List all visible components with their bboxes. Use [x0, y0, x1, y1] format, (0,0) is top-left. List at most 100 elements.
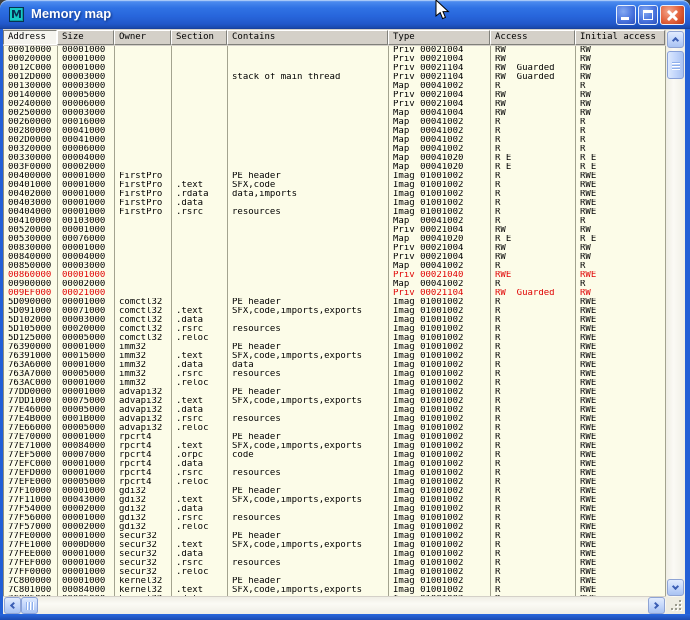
table-row[interactable]: 5D09000000001000comctl32PE headerImag 01…	[4, 298, 666, 307]
table-row[interactable]: 7C80000000001000kernel32PE headerImag 01…	[4, 577, 666, 586]
cell-access: R	[491, 145, 576, 154]
cell-owner: comctl32	[115, 298, 172, 307]
table-row[interactable]: 0086000000001000Priv 00021040RWERWE	[4, 271, 666, 280]
column-header-section[interactable]: Section	[171, 30, 227, 45]
cell-size: 00001000	[58, 550, 115, 559]
table-row[interactable]: 0032000000006000Map 00041002RR	[4, 145, 666, 154]
maximize-button[interactable]	[638, 5, 658, 25]
table-row[interactable]: 0053000000076000Map 00041020R ER E	[4, 235, 666, 244]
table-row[interactable]: 763AC00000001000imm32.relocImag 01001002…	[4, 379, 666, 388]
table-row[interactable]: 77FEF00000001000secur32.rsrcresourcesIma…	[4, 559, 666, 568]
scroll-down-button[interactable]	[667, 579, 684, 596]
table-row[interactable]: 77F5700000002000gdi32.relocImag 01001002…	[4, 523, 666, 532]
table-row[interactable]: 77F1100000043000gdi32.textSFX,code,impor…	[4, 496, 666, 505]
table-row[interactable]: 0040300000001000FirstPro.dataImag 010010…	[4, 199, 666, 208]
table-row[interactable]: 77E7100000084000rpcrt4.textSFX,code,impo…	[4, 442, 666, 451]
table-row[interactable]: 0083000000001000Priv 00021004RWRW	[4, 244, 666, 253]
table-row[interactable]: 5D09100000071000comctl32.textSFX,code,im…	[4, 307, 666, 316]
cell-type: Imag 01001002	[389, 514, 491, 523]
cell-contains: resources	[228, 469, 389, 478]
cell-section	[172, 127, 228, 136]
table-row[interactable]: 0084000000004000Priv 00021004RWRW	[4, 253, 666, 262]
cell-address: 00140000	[4, 91, 58, 100]
column-header-address[interactable]: Address	[3, 30, 57, 45]
table-row[interactable]: 77EFC00000001000rpcrt4.dataImag 01001002…	[4, 460, 666, 469]
table-row[interactable]: 0052000000001000Priv 00021004RWRW	[4, 226, 666, 235]
table-row[interactable]: 763A600000001000imm32.datadataImag 01001…	[4, 361, 666, 370]
table-row[interactable]: 7639000000001000imm32PE headerImag 01001…	[4, 343, 666, 352]
cell-section: .reloc	[172, 568, 228, 577]
minimize-button[interactable]	[616, 5, 636, 25]
column-header-contains[interactable]: Contains	[227, 30, 388, 45]
table-row[interactable]: 5D10500000020000comctl32.rsrcresourcesIm…	[4, 325, 666, 334]
table-row[interactable]: 002D000000041000Map 00041002RR	[4, 136, 666, 145]
cell-owner	[115, 127, 172, 136]
table-body[interactable]: 0001000000001000Priv 00021004RWRW0002000…	[3, 46, 666, 596]
scroll-right-button[interactable]	[648, 597, 665, 614]
table-row[interactable]: 763A700000005000imm32.rsrcresourcesImag …	[4, 370, 666, 379]
table-row[interactable]: 77DD100000075000advapi32.textSFX,code,im…	[4, 397, 666, 406]
cell-contains	[228, 145, 389, 154]
column-header-initial-access[interactable]: Initial access	[575, 30, 665, 45]
close-button[interactable]	[660, 5, 685, 25]
cell-owner: gdi32	[115, 523, 172, 532]
table-row[interactable]: 77FE000000001000secur32PE headerImag 010…	[4, 532, 666, 541]
column-header-type[interactable]: Type	[388, 30, 490, 45]
table-row[interactable]: 0002000000001000Priv 00021004RWRW	[4, 55, 666, 64]
table-row[interactable]: 009EF00000021000Priv 00021104RW GuardedR…	[4, 289, 666, 298]
table-row[interactable]: 5D12500000005000comctl32.relocImag 01001…	[4, 334, 666, 343]
table-row[interactable]: 0040200000001000FirstPro.rdatadata,impor…	[4, 190, 666, 199]
table-row[interactable]: 77EF500000007000rpcrt4.orpccodeImag 0100…	[4, 451, 666, 460]
cell-initial: RWE	[576, 334, 666, 343]
vertical-scrollbar[interactable]	[666, 30, 685, 597]
cell-size: 00003000	[58, 82, 115, 91]
column-header-owner[interactable]: Owner	[114, 30, 171, 45]
title-bar[interactable]: M Memory map	[0, 0, 690, 29]
cell-size: 00005000	[58, 424, 115, 433]
table-row[interactable]: 7639100000015000imm32.textSFX,code,impor…	[4, 352, 666, 361]
cell-section	[172, 64, 228, 73]
table-row[interactable]: 0028000000041000Map 00041002RR	[4, 127, 666, 136]
table-row[interactable]: 7C80100000084000kernel32.textSFX,code,im…	[4, 586, 666, 595]
table-row[interactable]: 0090000000002000Map 00041002RR	[4, 280, 666, 289]
table-row[interactable]: 77EFD00000001000rpcrt4.rsrcresourcesImag…	[4, 469, 666, 478]
table-row[interactable]: 0024000000006000Priv 00021004RWRW	[4, 100, 666, 109]
table-row[interactable]: 0012C00000001000Priv 00021104RW GuardedR…	[4, 64, 666, 73]
table-row[interactable]: 0040000000001000FirstProPE headerImag 01…	[4, 172, 666, 181]
scroll-up-button[interactable]	[667, 31, 684, 48]
table-row[interactable]: 0033000000004000Map 00041020R ER E	[4, 154, 666, 163]
table-row[interactable]: 0014000000005000Priv 00021004RWRW	[4, 91, 666, 100]
resize-grip[interactable]	[666, 597, 685, 614]
table-row[interactable]: 0041000000103000Map 00041002RR	[4, 217, 666, 226]
horizontal-scrollbar[interactable]	[3, 597, 666, 614]
cell-size: 00001000	[58, 172, 115, 181]
table-row[interactable]: 77F5400000002000gdi32.dataImag 01001002R…	[4, 505, 666, 514]
vertical-scroll-thumb[interactable]	[667, 51, 684, 79]
table-row[interactable]: 77FEE00000001000secur32.dataImag 0100100…	[4, 550, 666, 559]
table-row[interactable]: 77F1000000001000gdi32PE headerImag 01001…	[4, 487, 666, 496]
table-row[interactable]: 0040400000001000FirstPro.rsrcresourcesIm…	[4, 208, 666, 217]
table-row[interactable]: 0025000000003000Map 00041004RWRW	[4, 109, 666, 118]
table-row[interactable]: 77F5600000001000gdi32.rsrcresourcesImag …	[4, 514, 666, 523]
table-row[interactable]: 77FF000000001000secur32.relocImag 010010…	[4, 568, 666, 577]
table-row[interactable]: 0040100000001000FirstPro.textSFX,codeIma…	[4, 181, 666, 190]
table-row[interactable]: 77E7000000001000rpcrt4PE headerImag 0100…	[4, 433, 666, 442]
table-row[interactable]: 0013000000003000Map 00041002RR	[4, 82, 666, 91]
table-row[interactable]: 0026000000016000Map 00041002RR	[4, 118, 666, 127]
table-row[interactable]: 0085000000003000Map 00041002RR	[4, 262, 666, 271]
table-row[interactable]: 77E4600000005000advapi32.dataImag 010010…	[4, 406, 666, 415]
table-row[interactable]: 7C88500000005000kernel32.dataImag 010010…	[4, 595, 666, 596]
table-row[interactable]: 5D10200000003000comctl32.dataImag 010010…	[4, 316, 666, 325]
table-row[interactable]: 003F000000002000Map 00041020R ER E	[4, 163, 666, 172]
table-row[interactable]: 77EFE00000005000rpcrt4.relocImag 0100100…	[4, 478, 666, 487]
column-header-size[interactable]: Size	[57, 30, 114, 45]
table-row[interactable]: 77E4B0000001B000advapi32.rsrcresourcesIm…	[4, 415, 666, 424]
scroll-left-button[interactable]	[4, 597, 21, 614]
table-row[interactable]: 0001000000001000Priv 00021004RWRW	[4, 46, 666, 55]
table-row[interactable]: 77DD000000001000advapi32PE headerImag 01…	[4, 388, 666, 397]
table-row[interactable]: 77E6600000005000advapi32.relocImag 01001…	[4, 424, 666, 433]
horizontal-scroll-thumb[interactable]	[21, 597, 38, 614]
table-row[interactable]: 0012D00000003000stack of main threadPriv…	[4, 73, 666, 82]
table-row[interactable]: 77FE10000000D000secur32.textSFX,code,imp…	[4, 541, 666, 550]
column-header-access[interactable]: Access	[490, 30, 575, 45]
